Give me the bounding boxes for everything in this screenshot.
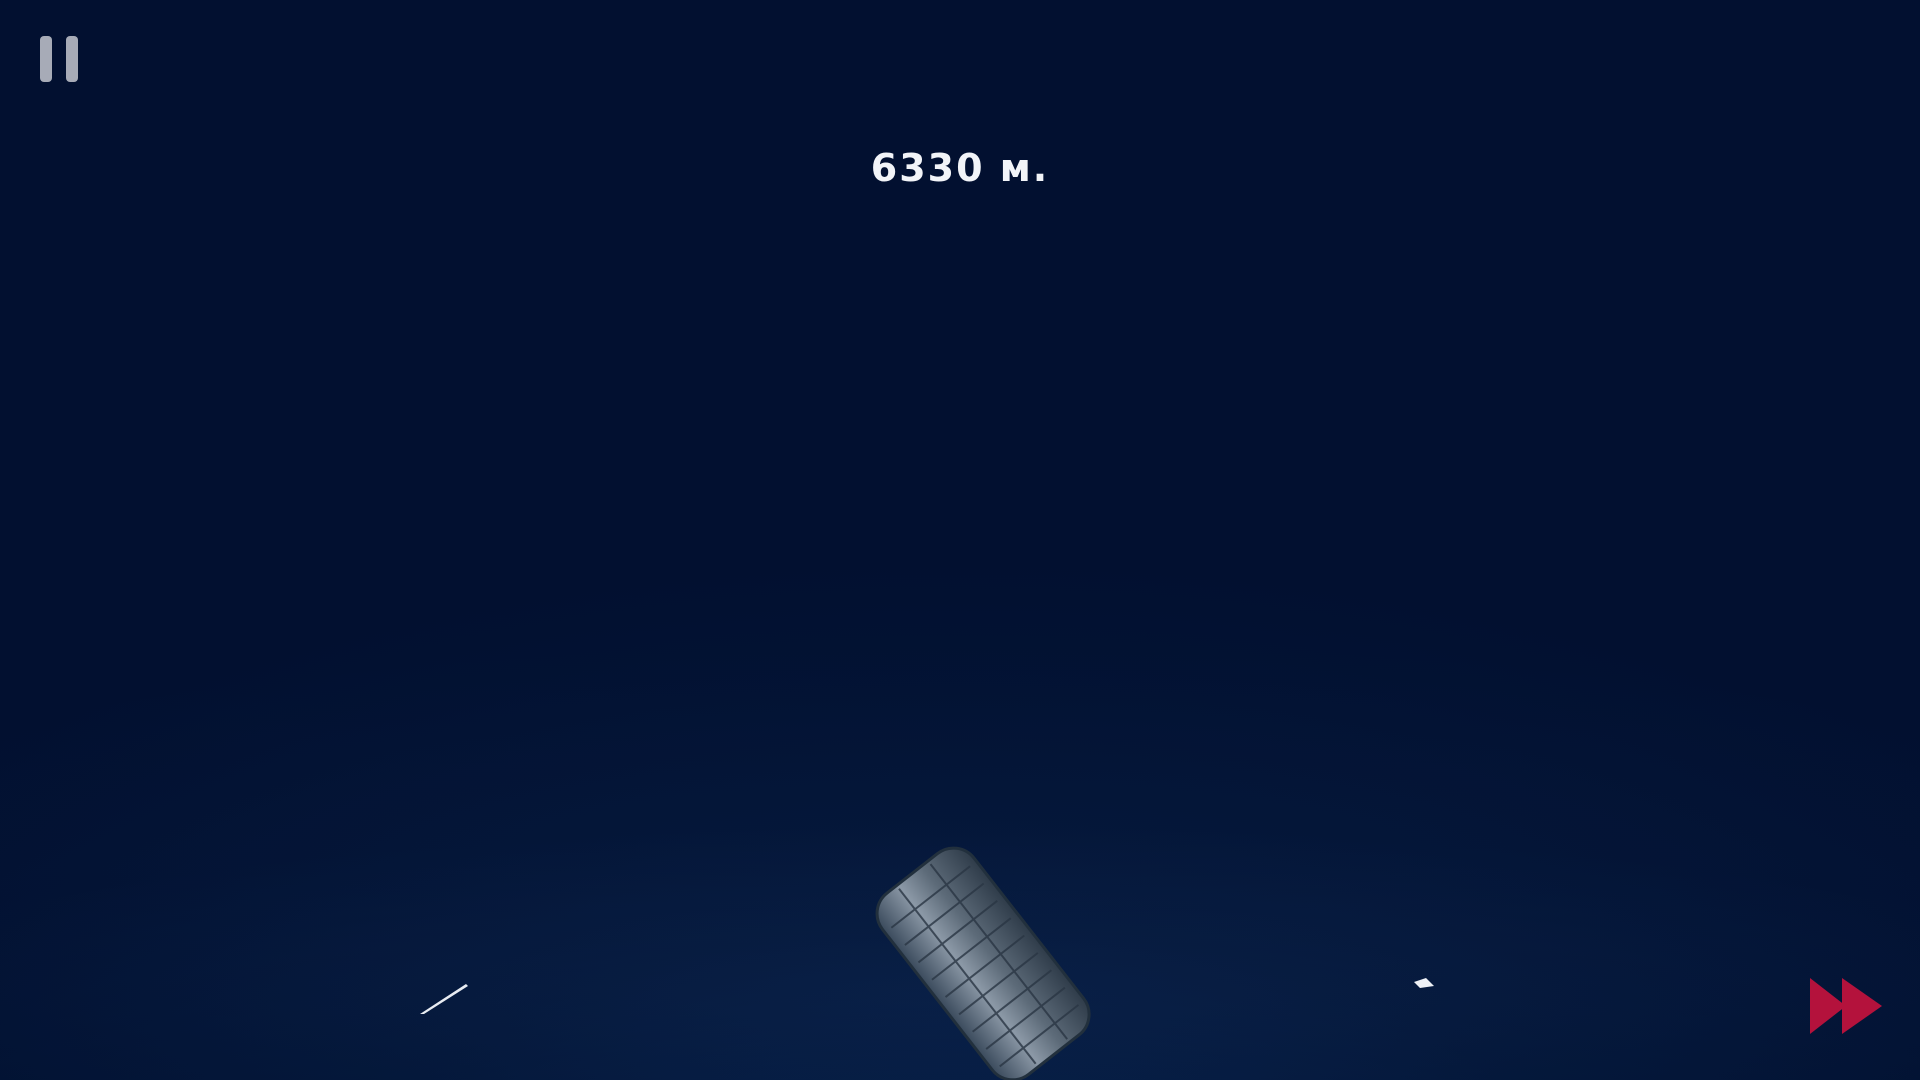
fast-forward-icon[interactable] [1808,976,1884,1036]
debris-shard [420,984,468,1014]
debris-chip [1414,978,1434,988]
tire-object [875,846,1091,1080]
pause-icon-bar-right [66,36,78,82]
distance-counter: 6330 м. [870,146,1050,190]
pause-icon-bar-left [40,36,52,82]
pause-button[interactable] [40,36,78,82]
